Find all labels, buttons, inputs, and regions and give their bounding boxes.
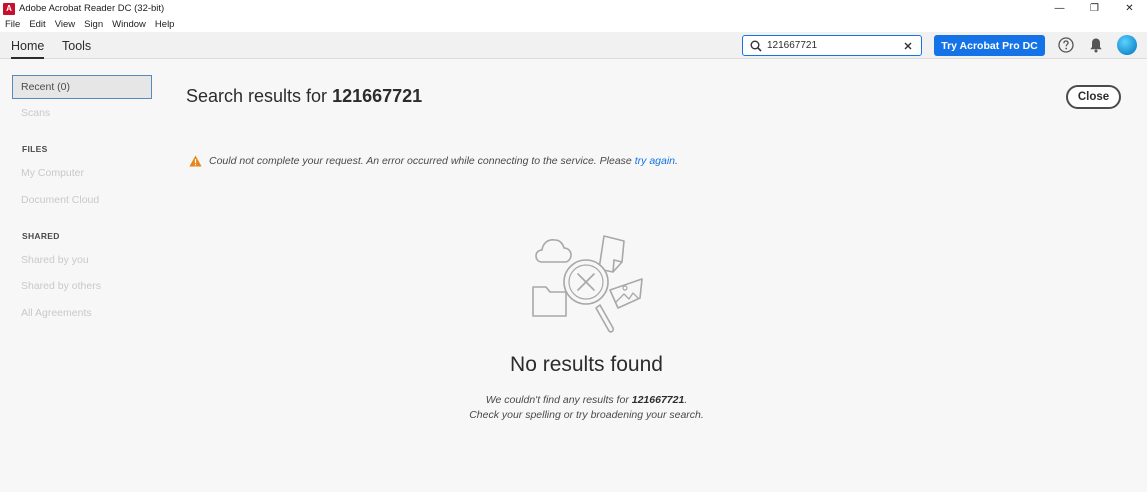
- no-results-message: We couldn't find any results for 1216677…: [0, 394, 1147, 406]
- no-results-query: 121667721: [631, 394, 685, 406]
- menu-bar: File Edit View Sign Window Help: [0, 17, 1147, 32]
- acrobat-logo-icon: A: [3, 2, 15, 15]
- tab-home[interactable]: Home: [11, 32, 45, 59]
- menu-help[interactable]: Help: [155, 19, 175, 30]
- sidebar-item-scans[interactable]: Scans: [21, 107, 50, 119]
- no-results-prefix: We couldn't find any results for: [485, 394, 629, 406]
- sidebar-item-my-computer[interactable]: My Computer: [21, 167, 84, 179]
- image-icon: [609, 278, 643, 309]
- cloud-icon: [535, 239, 572, 263]
- sidebar-item-shared-by-you[interactable]: Shared by you: [21, 254, 89, 266]
- sidebar-item-all-agreements[interactable]: All Agreements: [21, 307, 92, 319]
- sidebar-item-document-cloud[interactable]: Document Cloud: [21, 194, 99, 206]
- sidebar-item-recent[interactable]: Recent (0): [12, 75, 152, 99]
- menu-edit[interactable]: Edit: [29, 19, 45, 30]
- close-window-button[interactable]: ✕: [1112, 0, 1147, 17]
- search-input[interactable]: 121667721: [742, 35, 922, 56]
- window-controls: — ❐ ✕: [1042, 0, 1147, 17]
- menu-sign[interactable]: Sign: [84, 19, 103, 30]
- bell-icon[interactable]: [1087, 36, 1105, 54]
- try-again-link[interactable]: try again: [635, 155, 675, 167]
- menu-view[interactable]: View: [55, 19, 75, 30]
- sidebar: Recent (0) Scans FILES My Computer Docum…: [0, 60, 165, 492]
- no-results-illustration: [532, 235, 643, 333]
- no-results-heading: No results found: [510, 353, 663, 376]
- sidebar-item-shared-by-others[interactable]: Shared by others: [21, 280, 101, 292]
- window-title: Adobe Acrobat Reader DC (32-bit): [19, 3, 165, 14]
- no-results-period: .: [684, 394, 688, 406]
- menu-window[interactable]: Window: [112, 19, 146, 30]
- avatar[interactable]: [1117, 35, 1137, 55]
- title-prefix: Search results for: [186, 86, 328, 106]
- sidebar-heading-files: FILES: [22, 144, 48, 154]
- menu-file[interactable]: File: [5, 19, 20, 30]
- title-query: 121667721: [332, 86, 423, 106]
- restore-button[interactable]: ❐: [1077, 0, 1112, 17]
- close-button[interactable]: Close: [1066, 85, 1121, 109]
- clear-search-icon[interactable]: [901, 42, 915, 50]
- error-text: Could not complete your request. An erro…: [209, 154, 632, 167]
- tab-tools[interactable]: Tools: [62, 32, 91, 59]
- try-acrobat-pro-button[interactable]: Try Acrobat Pro DC: [934, 35, 1045, 56]
- folder-icon: [532, 286, 567, 317]
- no-results-hint: Check your spelling or try broadening yo…: [469, 409, 704, 421]
- page-title: Search results for 121667721: [186, 86, 422, 107]
- error-period: .: [675, 154, 678, 167]
- title-bar: A Adobe Acrobat Reader DC (32-bit) — ❐ ✕: [0, 0, 1147, 17]
- search-icon: [747, 40, 765, 52]
- warning-icon: [188, 154, 202, 167]
- error-message: Could not complete your request. An erro…: [188, 154, 678, 167]
- minimize-button[interactable]: —: [1042, 0, 1077, 17]
- help-icon[interactable]: [1057, 36, 1075, 54]
- magnifier-handle: [595, 304, 614, 333]
- search-value: 121667721: [767, 40, 818, 51]
- sidebar-heading-shared: SHARED: [22, 231, 60, 241]
